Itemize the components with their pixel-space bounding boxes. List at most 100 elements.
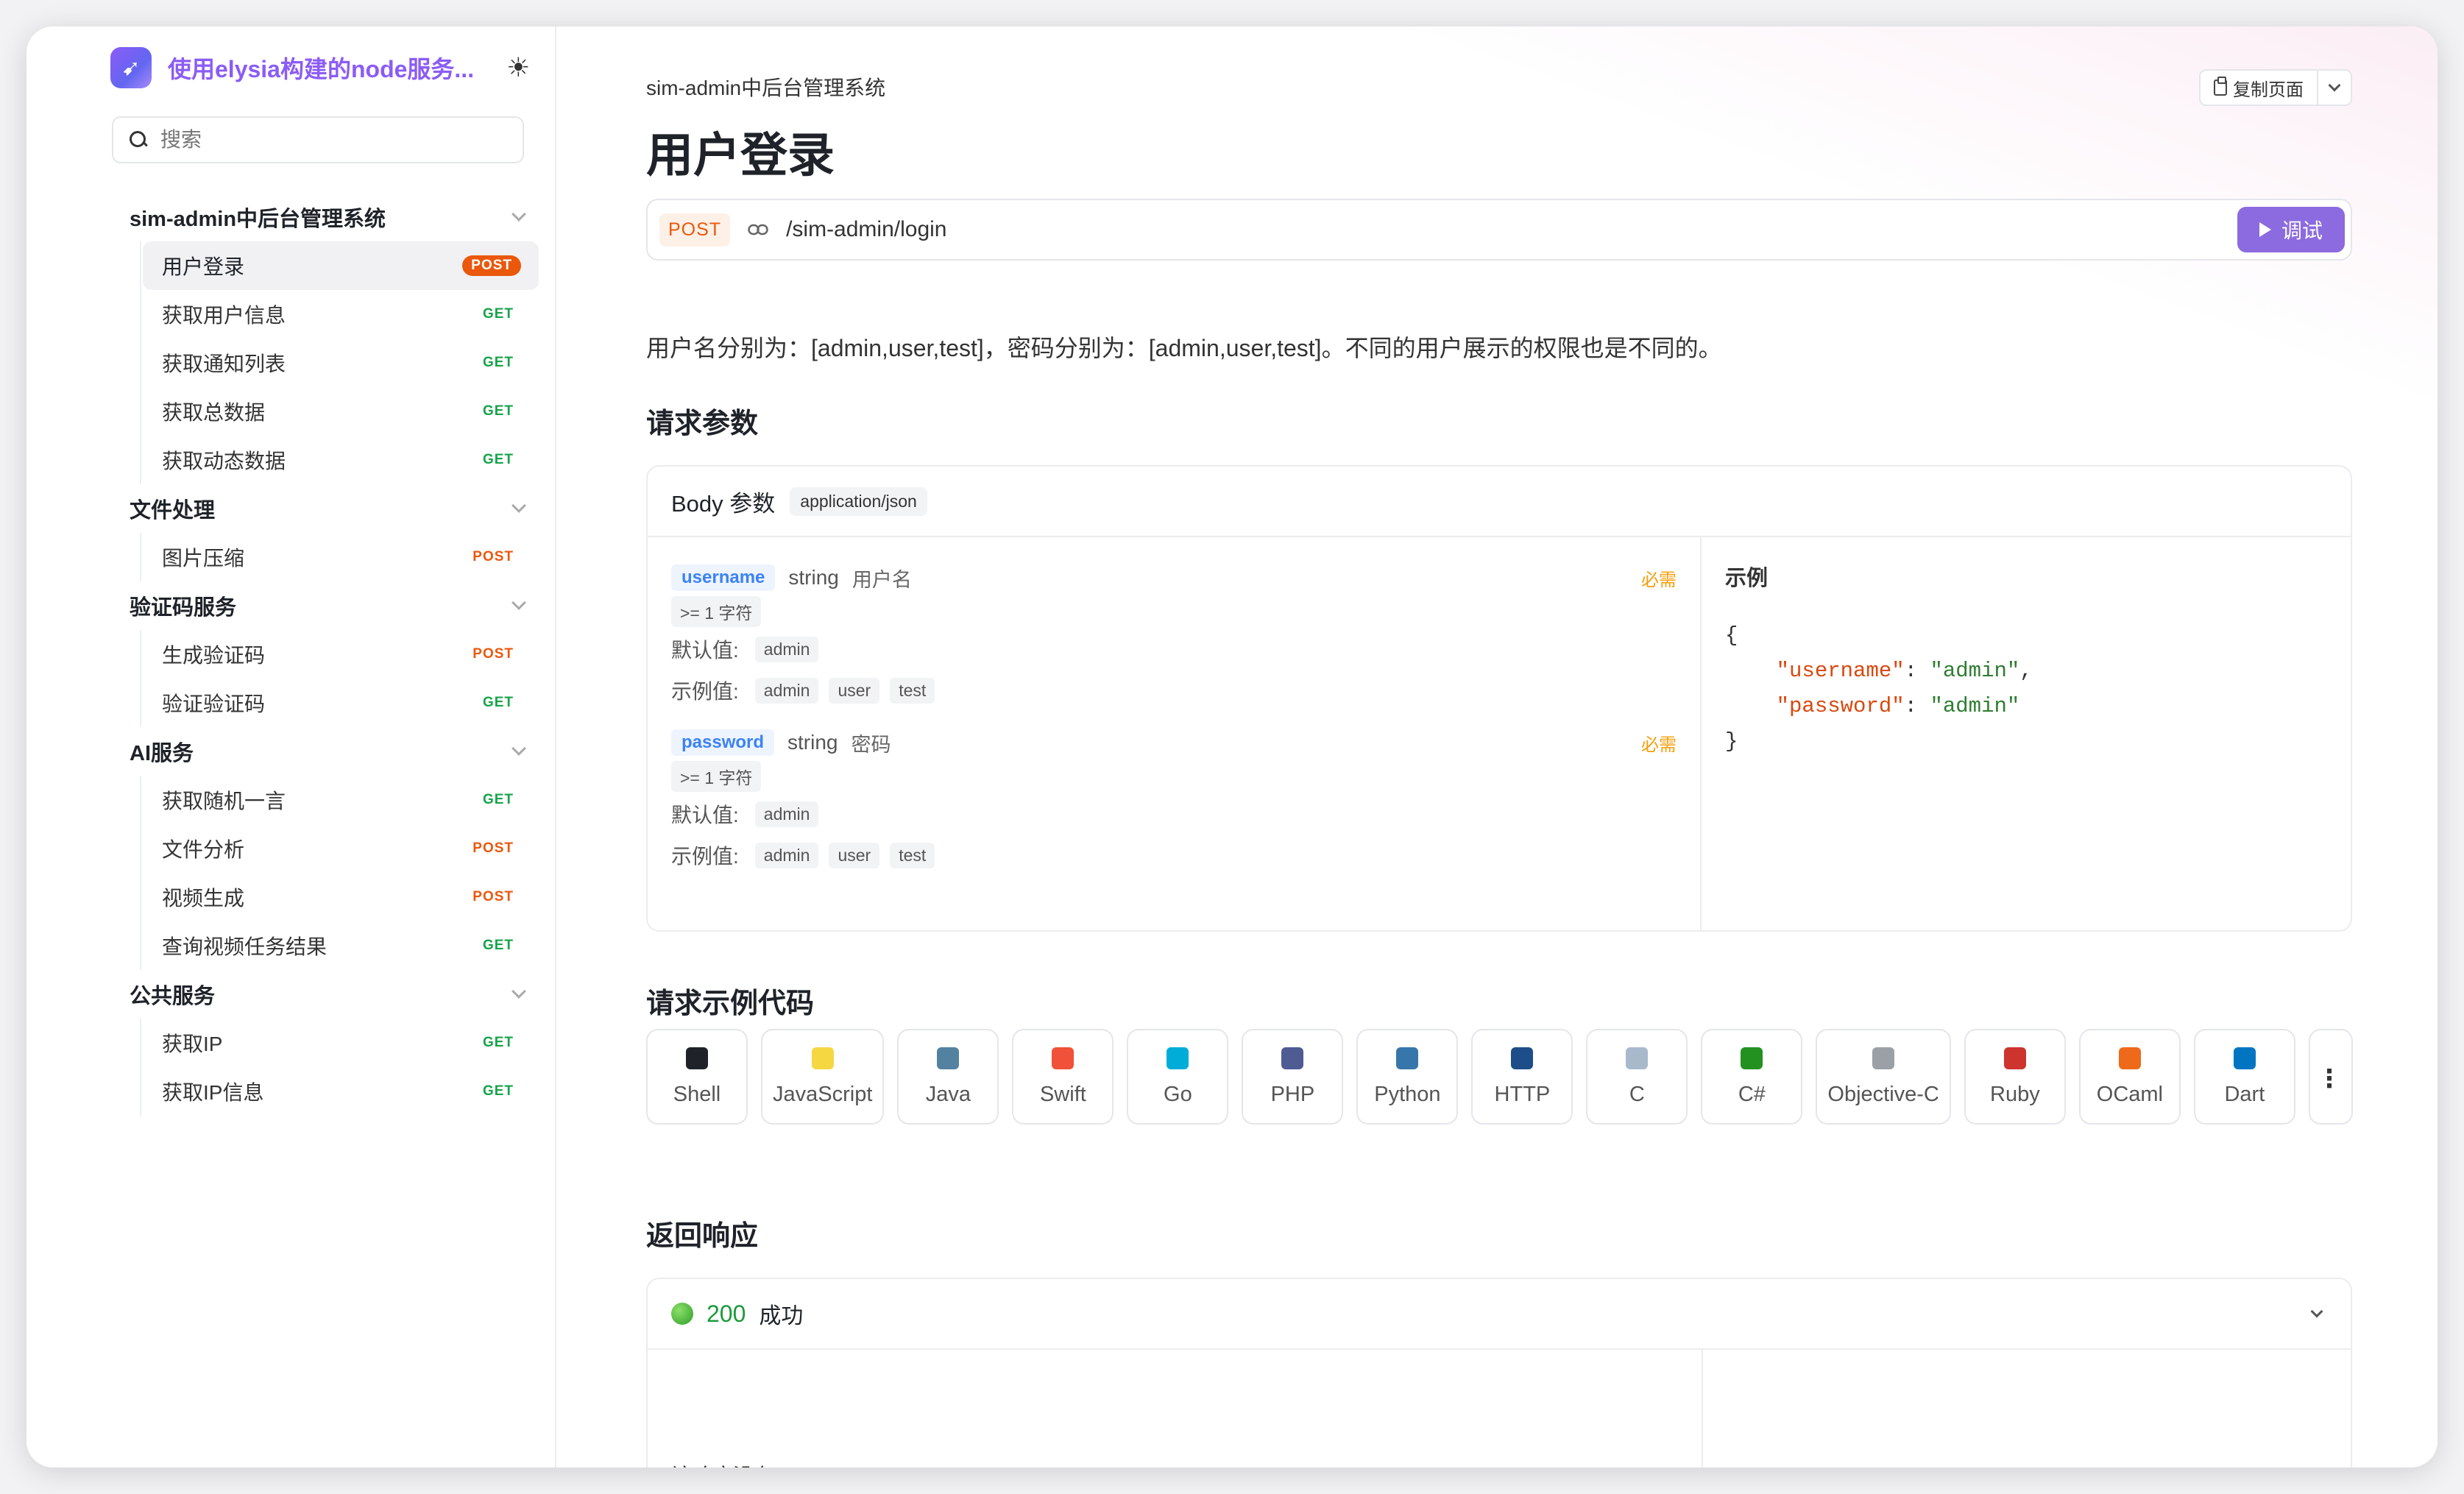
lang-tab-dart[interactable]: Dart — [2193, 1029, 2295, 1125]
lang-label: PHP — [1270, 1082, 1315, 1106]
chevron-down-icon — [511, 498, 526, 513]
default-value-chip: admin — [754, 801, 819, 827]
method-badge: POST — [472, 889, 514, 904]
default-row: 默认值: admin — [671, 793, 1677, 835]
sidebar-item[interactable]: 文件分析 POST — [143, 824, 539, 873]
sidebar-group-label: 验证码服务 — [130, 596, 237, 620]
lang-tab-ocaml[interactable]: OCaml — [2078, 1029, 2181, 1125]
constraint-chip: >= 1 字符 — [671, 596, 762, 627]
lang-tab-c[interactable]: C# — [1701, 1029, 1803, 1125]
example-title: 示例 — [1725, 567, 1769, 590]
method-badge: GET — [482, 1083, 514, 1099]
sidebar-item[interactable]: 获取动态数据 GET — [143, 436, 539, 484]
lang-tab-shell[interactable]: Shell — [646, 1029, 748, 1125]
link-icon[interactable] — [745, 216, 771, 243]
sidebar-group-items: 图片压缩 POST — [140, 533, 539, 581]
sidebar-group-4[interactable]: 公共服务 — [130, 970, 539, 1019]
method-badge: POST — [472, 840, 514, 856]
lang-label: Ruby — [1990, 1082, 2040, 1106]
rocket-logo[interactable]: ➹ — [110, 47, 152, 88]
example-value-chip: test — [890, 842, 935, 868]
lang-label: HTTP — [1494, 1082, 1551, 1106]
lang-label: Go — [1164, 1082, 1192, 1106]
sidebar-group-2[interactable]: 验证码服务 — [130, 581, 539, 630]
param-row: username string 用户名 必需 — [671, 561, 1677, 595]
lang-label: C# — [1738, 1082, 1766, 1106]
lang-tab-http[interactable]: HTTP — [1471, 1029, 1573, 1125]
ocaml-icon — [2118, 1047, 2141, 1069]
lang-tab-ruby[interactable]: Ruby — [1964, 1029, 2066, 1125]
status-dot-icon — [671, 1303, 693, 1325]
example-values-label: 示例值: — [671, 845, 739, 868]
lang-tab-python[interactable]: Python — [1356, 1029, 1459, 1125]
param-desc: 密码 — [851, 733, 891, 756]
sidebar-item-label: 获取动态数据 — [162, 450, 286, 472]
sidebar-item[interactable]: 获取用户信息 GET — [143, 290, 539, 339]
sidebar-item-label: 查询视频任务结果 — [162, 935, 328, 958]
breadcrumb[interactable]: sim-admin中后台管理系统 — [646, 72, 885, 102]
sidebar-item[interactable]: 获取IP GET — [143, 1019, 539, 1067]
method-badge: GET — [482, 938, 514, 953]
lang-label: Dart — [2224, 1082, 2265, 1106]
lang-tab-java[interactable]: Java — [897, 1029, 999, 1125]
example-value-chip: admin — [754, 842, 819, 868]
example-value-chip: admin — [754, 677, 819, 704]
chevron-down-icon[interactable] — [2310, 1305, 2323, 1318]
sidebar-item[interactable]: 生成验证码 POST — [143, 630, 539, 679]
search-input[interactable] — [160, 128, 499, 152]
sidebar-group-3[interactable]: AI服务 — [130, 727, 539, 776]
app-title[interactable]: 使用elysia构建的node服务... — [168, 51, 474, 85]
default-row: 默认值: admin — [671, 629, 1677, 670]
sidebar-item[interactable]: 获取通知列表 GET — [143, 339, 539, 387]
request-params-heading: 请求参数 — [646, 408, 759, 439]
sidebar-item-label: 文件分析 — [162, 838, 245, 861]
param-desc: 用户名 — [852, 568, 912, 591]
copy-page-main[interactable]: 复制页面 — [2201, 71, 2318, 105]
copy-page-button[interactable]: 复制页面 — [2199, 69, 2352, 106]
constraint-chip: >= 1 字符 — [671, 761, 762, 792]
sidebar-group-items: 获取IP GET 获取IP信息 GET — [140, 1019, 539, 1116]
response-header[interactable]: 200 成功 — [648, 1279, 2351, 1350]
required-label: 必需 — [1641, 734, 1677, 755]
chevron-down-icon — [511, 207, 526, 222]
sidebar-item[interactable]: 图片压缩 POST — [143, 533, 539, 581]
sidebar-item-label: 获取IP — [162, 1033, 223, 1055]
sidebar-group-1[interactable]: 文件处理 — [130, 484, 539, 533]
copy-page-dropdown[interactable] — [2318, 71, 2351, 105]
app-window: ➹ 使用elysia构建的node服务... ☀ sim-admin中后台管理系… — [26, 26, 2438, 1468]
method-badge: GET — [482, 306, 514, 322]
lang-tab-go[interactable]: Go — [1127, 1029, 1229, 1125]
sidebar-item[interactable]: 查询视频任务结果 GET — [143, 921, 539, 970]
response-divider — [1702, 1350, 1703, 1468]
sidebar-item[interactable]: 获取总数据 GET — [143, 387, 539, 436]
endpoint-path[interactable]: /sim-admin/login — [786, 217, 2237, 242]
lang-tab-objectivec[interactable]: Objective-C — [1816, 1029, 1951, 1125]
sidebar-group-label: sim-admin中后台管理系统 — [130, 208, 386, 231]
main-content: sim-admin中后台管理系统 复制页面 用户登录 POST /sim-adm… — [556, 26, 2438, 1468]
sidebar-item[interactable]: 视频生成 POST — [143, 873, 539, 921]
example-panel: 示例 { "username": "admin", "password": "a… — [1703, 537, 2351, 930]
sidebar-item[interactable]: 验证验证码 GET — [143, 679, 539, 727]
sidebar-item[interactable]: 获取IP信息 GET — [143, 1067, 539, 1116]
http-icon — [1511, 1047, 1534, 1069]
lang-label: Java — [925, 1082, 971, 1106]
sidebar-item-label: 获取通知列表 — [162, 353, 286, 375]
lang-tab-swift[interactable]: Swift — [1012, 1029, 1114, 1125]
sun-icon[interactable]: ☀ — [506, 52, 530, 83]
example-values-label: 示例值: — [671, 680, 739, 703]
endpoint-bar: POST /sim-admin/login 调试 — [646, 199, 2352, 261]
method-badge: GET — [482, 355, 514, 370]
sidebar-item[interactable]: 获取随机一言 GET — [143, 776, 539, 824]
body-params-title: Body 参数 — [671, 490, 776, 517]
sidebar-item[interactable]: 用户登录 POST — [143, 241, 539, 290]
terminal-icon — [686, 1047, 708, 1069]
more-icon[interactable]: ⋮ — [2317, 1064, 2342, 1094]
example-code[interactable]: { "username": "admin", "password": "admi… — [1725, 618, 2329, 760]
debug-button[interactable]: 调试 — [2237, 207, 2345, 252]
lang-label: JavaScript — [773, 1082, 873, 1106]
sidebar-group-0[interactable]: sim-admin中后台管理系统 — [130, 193, 539, 241]
lang-tab-c[interactable]: C — [1586, 1029, 1688, 1125]
lang-tab-javascript[interactable]: JavaScript — [761, 1029, 885, 1125]
lang-tab-php[interactable]: PHP — [1242, 1029, 1344, 1125]
search-box[interactable] — [112, 116, 524, 163]
